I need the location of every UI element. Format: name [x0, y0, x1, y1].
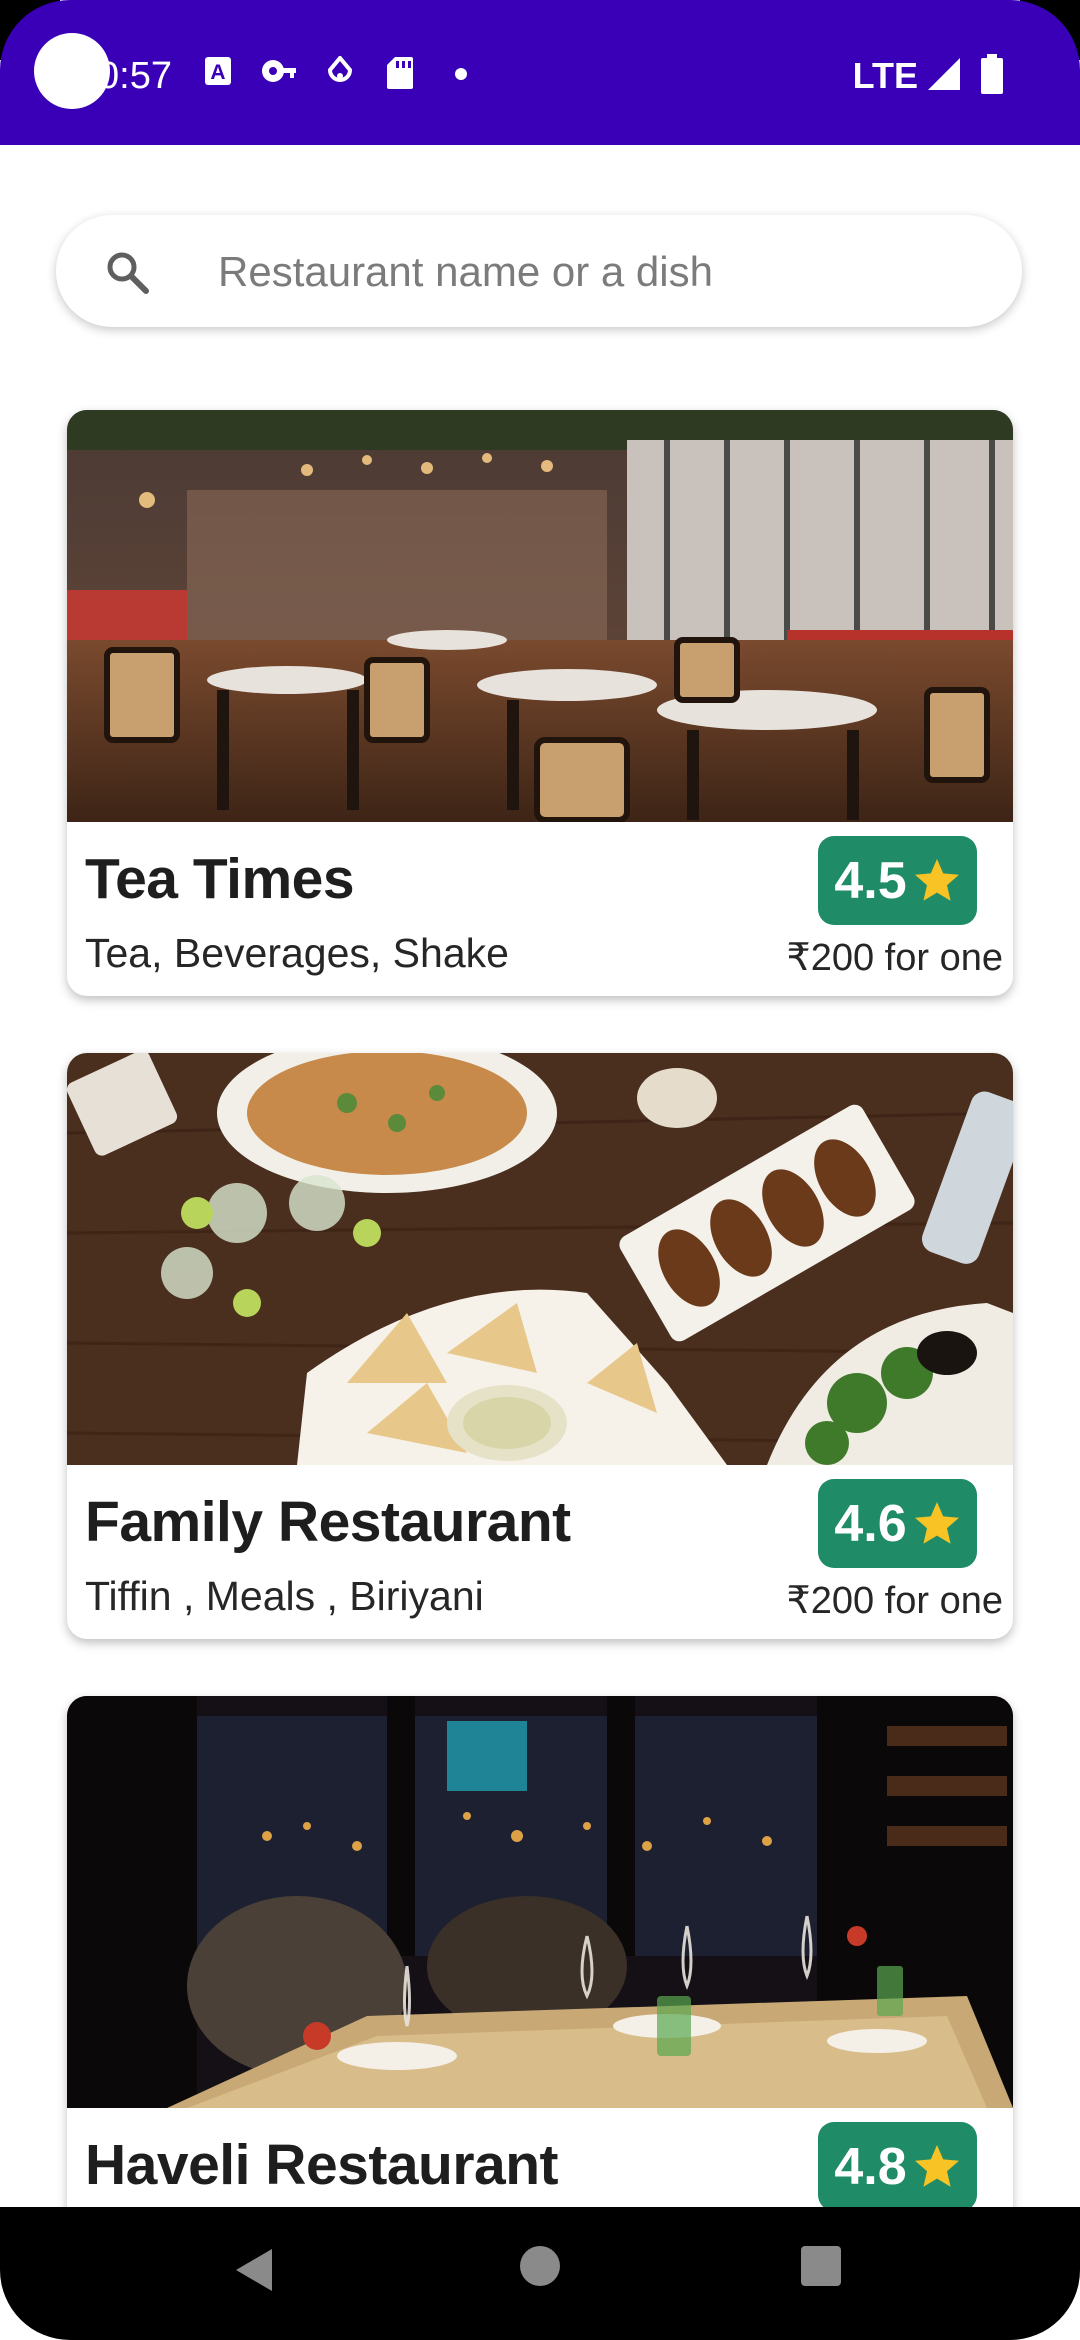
star-icon — [914, 1501, 959, 1544]
price-for-one: ₹200 for one — [786, 1580, 1003, 1622]
a-box-icon: A — [205, 57, 231, 85]
location-drop-icon — [327, 56, 353, 82]
svg-text:A: A — [210, 61, 225, 84]
restaurant-name: Family Restaurant — [85, 1490, 571, 1554]
restaurant-card[interactable]: Haveli Restaurant 4.8 — [67, 1696, 1013, 2282]
dot-icon — [455, 68, 467, 80]
rating-badge: 4.6 — [818, 1479, 977, 1568]
restaurant-card[interactable]: Family Restaurant Tiffin , Meals , Biriy… — [67, 1053, 1013, 1639]
rating-value: 4.5 — [834, 851, 907, 910]
restaurant-name: Haveli Restaurant — [85, 2133, 559, 2197]
status-bar: 0:57 A LTE — [0, 0, 1080, 145]
signal-icon — [928, 58, 960, 90]
back-icon[interactable] — [232, 2245, 278, 2295]
restaurant-card[interactable]: Tea Times Tea, Beverages, Shake 4.5 ₹200… — [67, 410, 1013, 996]
rating-value: 4.6 — [834, 1494, 907, 1553]
network-type: LTE — [852, 55, 918, 96]
rating-badge: 4.8 — [818, 2122, 977, 2211]
navigation-bar — [0, 2207, 1080, 2340]
rating-badge: 4.5 — [818, 836, 977, 925]
restaurant-name: Tea Times — [85, 847, 355, 911]
sd-card-icon — [387, 57, 413, 89]
food-table-photo — [67, 1053, 1013, 1465]
search-icon — [107, 252, 149, 294]
night-dining-photo — [67, 1696, 1013, 2108]
star-icon — [914, 2144, 959, 2187]
restaurant-cuisine: Tiffin , Meals , Biriyani — [85, 1573, 484, 1619]
restaurant-interior-photo — [67, 410, 1013, 822]
camera-cutout — [34, 33, 110, 109]
vpn-key-icon — [262, 60, 296, 82]
recents-icon[interactable] — [800, 2245, 842, 2287]
search-input[interactable] — [216, 231, 1000, 313]
home-icon[interactable] — [519, 2245, 561, 2287]
restaurant-cuisine: Tea, Beverages, Shake — [85, 930, 509, 976]
rating-value: 4.8 — [834, 2137, 907, 2196]
star-icon — [914, 858, 959, 901]
battery-icon — [981, 54, 1003, 94]
price-for-one: ₹200 for one — [786, 937, 1003, 979]
search-bar[interactable] — [56, 215, 1022, 327]
